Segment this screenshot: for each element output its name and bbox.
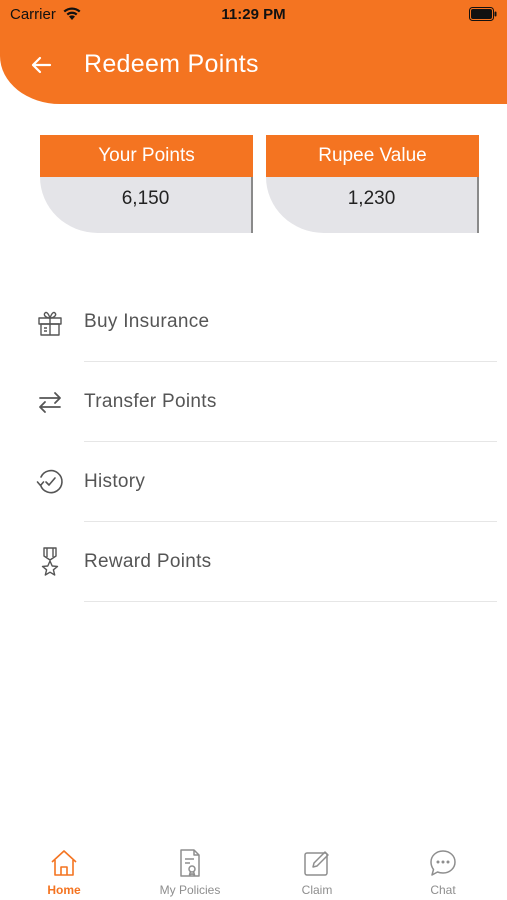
menu-label-history: History: [84, 471, 146, 492]
home-icon: [51, 850, 77, 876]
menu-item-buy-insurance[interactable]: Buy Insurance: [0, 282, 507, 362]
header: Carrier 11:29 PM Redeem Points: [0, 0, 507, 104]
rupee-value-title: Rupee Value: [266, 135, 479, 177]
menu-item-history[interactable]: History: [0, 442, 507, 522]
tab-label-chat: Chat: [430, 883, 456, 897]
policy-document-icon: [180, 849, 200, 877]
back-arrow-icon[interactable]: [28, 52, 54, 78]
status-bar: Carrier 11:29 PM: [0, 0, 507, 30]
gift-box-icon: [38, 311, 62, 336]
redeem-menu: Buy Insurance Transfer Points History Re…: [0, 282, 507, 602]
tab-label-home: Home: [47, 883, 81, 897]
your-points-card: Your Points 6,150: [40, 135, 253, 233]
menu-label-reward-points: Reward Points: [84, 551, 212, 572]
menu-item-transfer-points[interactable]: Transfer Points: [0, 362, 507, 442]
history-clock-icon: [36, 469, 63, 494]
tab-my-policies[interactable]: My Policies: [127, 838, 253, 900]
chat-bubble-icon: [430, 850, 456, 876]
menu-divider: [84, 601, 497, 602]
bottom-tab-bar: Home My Policies Claim Chat: [0, 838, 507, 900]
page-title: Redeem Points: [84, 50, 259, 78]
your-points-title: Your Points: [40, 135, 253, 177]
medal-star-icon: [41, 547, 59, 576]
tab-chat[interactable]: Chat: [380, 838, 506, 900]
menu-label-transfer-points: Transfer Points: [84, 391, 217, 412]
tab-label-my-policies: My Policies: [159, 883, 221, 897]
tab-claim[interactable]: Claim: [254, 838, 380, 900]
transfer-arrows-icon: [39, 392, 61, 413]
tab-home[interactable]: Home: [1, 838, 127, 900]
battery-icon: [469, 7, 497, 21]
menu-item-reward-points[interactable]: Reward Points: [0, 522, 507, 602]
menu-label-buy-insurance: Buy Insurance: [84, 311, 210, 332]
rupee-value-card: Rupee Value 1,230: [266, 135, 479, 233]
claim-edit-icon: [304, 851, 329, 876]
redeem-points-screen: Carrier 11:29 PM Redeem Points Your Poin…: [0, 0, 507, 900]
status-time: 11:29 PM: [221, 6, 286, 23]
rupee-value-amount: 1,230: [266, 177, 479, 233]
your-points-value: 6,150: [40, 177, 253, 233]
tab-label-claim: Claim: [301, 883, 333, 897]
